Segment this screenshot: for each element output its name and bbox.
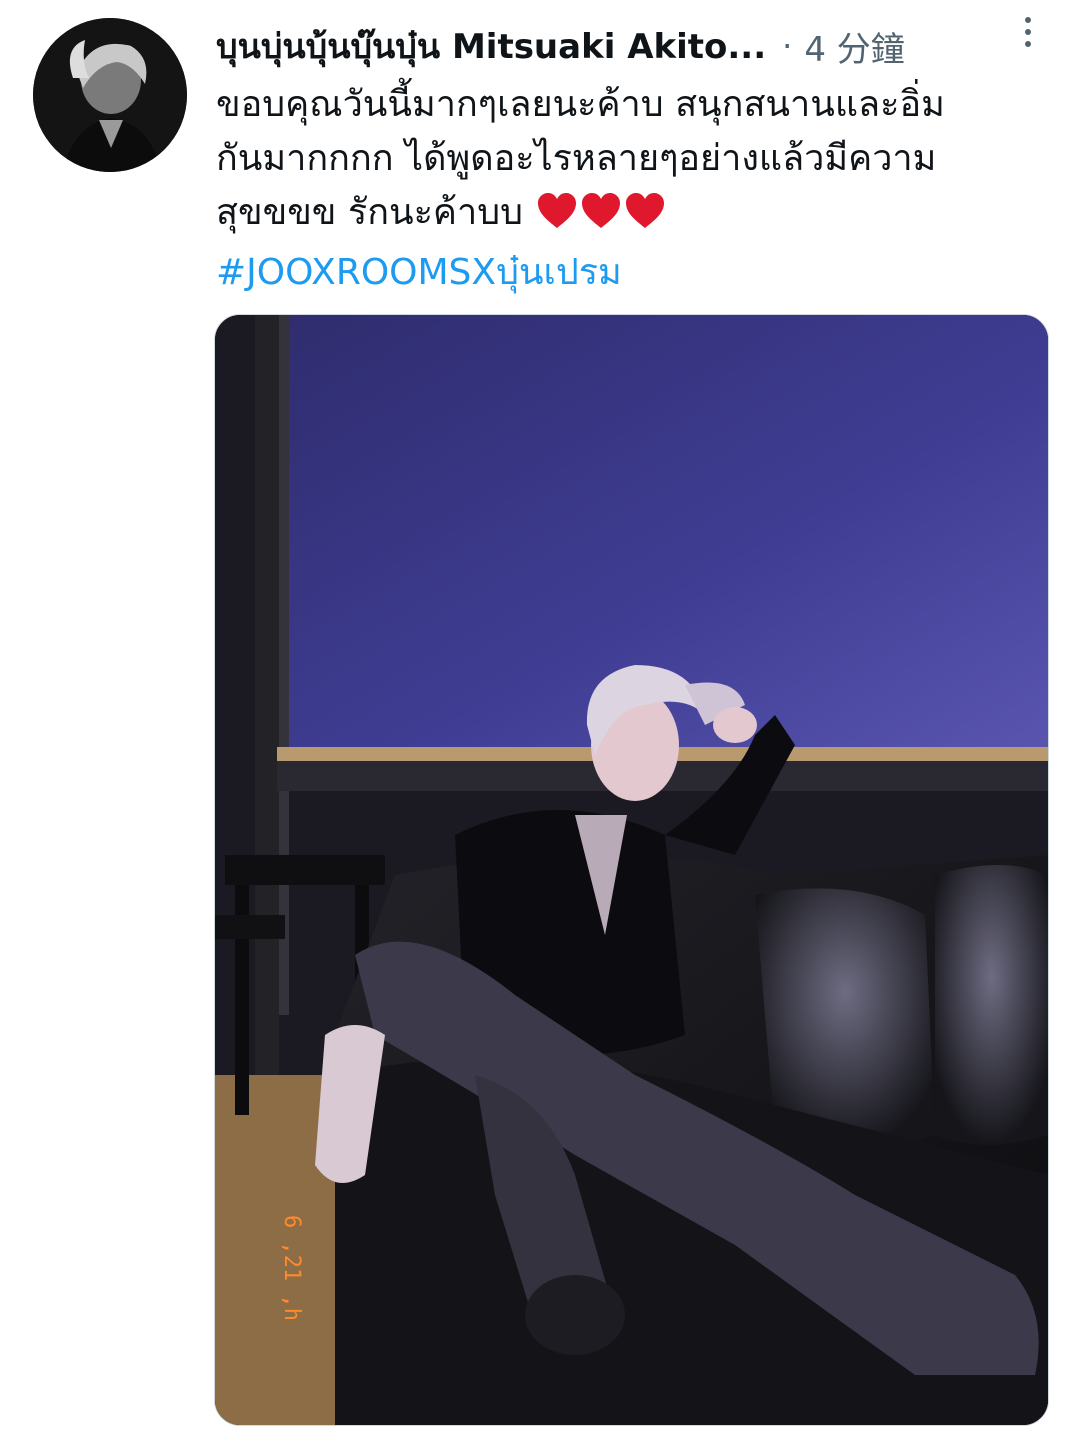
separator-dot: · [782,27,793,65]
avatar-image [33,18,187,172]
photo-image: 6 ,21 ,h [215,315,1048,1425]
red-heart-icon [625,193,664,228]
tweet-text: ขอบคุณวันนี้มากๆเลยนะค้าบ สนุกสนานและอิ่… [216,78,1046,300]
red-heart-icon [537,193,576,228]
red-heart-icon [581,193,620,228]
avatar[interactable] [33,18,187,172]
display-name[interactable]: บุนบุ่นบุ้นบุ๊นบุ๋น Mitsuaki Akito... [216,19,766,73]
tweet-text-line: ขอบคุณวันนี้มากๆเลยนะค้าบ สนุกสนานและอิ่… [216,84,945,125]
tweet[interactable]: บุนบุ่นบุ้นบุ๊นบุ๋น Mitsuaki Akito... · … [0,0,1080,1450]
tweet-photo[interactable]: 6 ,21 ,h [214,314,1049,1426]
hashtag-link[interactable]: #JOOXROOMSXบุ๋นเปรม [216,246,1046,300]
photo-date-stamp: 6 ,21 ,h [279,1215,304,1321]
tweet-header: บุนบุ่นบุ้นบุ๊นบุ๋น Mitsuaki Akito... · … [216,22,1062,70]
tweet-text-line-last: สุขขขข รักนะค้าบบ [216,186,1046,246]
timestamp[interactable]: 4 分鐘 [804,22,904,71]
hearts-emoji [537,192,669,246]
tweet-text-segment: สุขขขข รักนะค้าบบ [216,192,523,233]
tweet-text-line: กันมากกกก ได้พูดอะไรหลายๆอย่างแล้วมีความ [216,138,937,179]
more-vertical-icon[interactable] [1018,8,1038,56]
